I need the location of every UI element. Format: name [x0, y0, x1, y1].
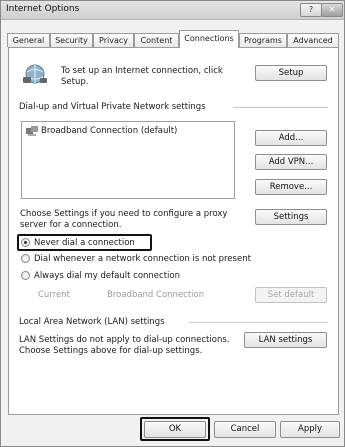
- tab-privacy[interactable]: Privacy: [93, 33, 134, 47]
- remove-button[interactable]: Remove...: [255, 179, 327, 195]
- proxy-description: Choose Settings if you need to configure…: [20, 209, 228, 219]
- help-button[interactable]: ?: [300, 3, 322, 17]
- apply-button[interactable]: Apply: [280, 421, 340, 438]
- close-button[interactable]: ✕: [321, 3, 343, 17]
- tab-connections[interactable]: Connections: [179, 30, 239, 48]
- lan-divider: [189, 322, 328, 323]
- tab-general[interactable]: General: [7, 33, 50, 47]
- tab-security[interactable]: Security: [50, 33, 93, 47]
- current-connection-value: Broadband Connection: [107, 290, 205, 300]
- tab-programs[interactable]: Programs: [239, 33, 287, 47]
- dialup-divider: [233, 107, 328, 108]
- setup-description: To set up an Internet connection, click: [61, 66, 223, 76]
- never-dial-radio[interactable]: [21, 238, 30, 247]
- proxy-description-cont: server for a connection.: [20, 220, 122, 230]
- current-label: Current: [38, 290, 70, 300]
- lan-description-cont: Choose Settings above for dial-up settin…: [19, 346, 203, 356]
- broadband-connection-icon: [26, 126, 38, 136]
- lan-settings-button[interactable]: LAN settings: [244, 332, 327, 348]
- dialup-heading: Dial-up and Virtual Private Network sett…: [19, 102, 206, 112]
- window-title: Internet Options: [6, 4, 80, 14]
- title-bar: Internet Options ? ✕: [1, 1, 344, 20]
- settings-button[interactable]: Settings: [255, 209, 327, 225]
- cancel-button[interactable]: Cancel: [214, 421, 276, 438]
- set-default-button[interactable]: Set default: [255, 287, 327, 303]
- tab-content[interactable]: Content: [134, 33, 179, 47]
- dial-when-no-network-radio[interactable]: [21, 254, 30, 263]
- add-button[interactable]: Add...: [255, 130, 327, 146]
- lan-description: LAN Settings do not apply to dial-up con…: [19, 335, 230, 345]
- ok-button[interactable]: OK: [144, 421, 206, 438]
- dial-when-no-network-label[interactable]: Dial whenever a network connection is no…: [34, 254, 251, 264]
- list-item[interactable]: Broadband Connection (default): [41, 126, 177, 136]
- lan-heading: Local Area Network (LAN) settings: [19, 317, 165, 327]
- connections-list[interactable]: Broadband Connection (default): [21, 121, 235, 199]
- always-dial-radio[interactable]: [21, 271, 30, 280]
- setup-description-cont: Setup.: [61, 77, 89, 87]
- add-vpn-button[interactable]: Add VPN...: [255, 154, 327, 170]
- always-dial-label[interactable]: Always dial my default connection: [34, 271, 180, 281]
- setup-button[interactable]: Setup: [255, 65, 327, 81]
- never-dial-label[interactable]: Never dial a connection: [34, 238, 135, 248]
- network-globe-icon: [23, 64, 47, 84]
- internet-options-window: Internet Options ? ✕ General Security Pr…: [0, 0, 345, 447]
- tab-advanced[interactable]: Advanced: [287, 33, 339, 47]
